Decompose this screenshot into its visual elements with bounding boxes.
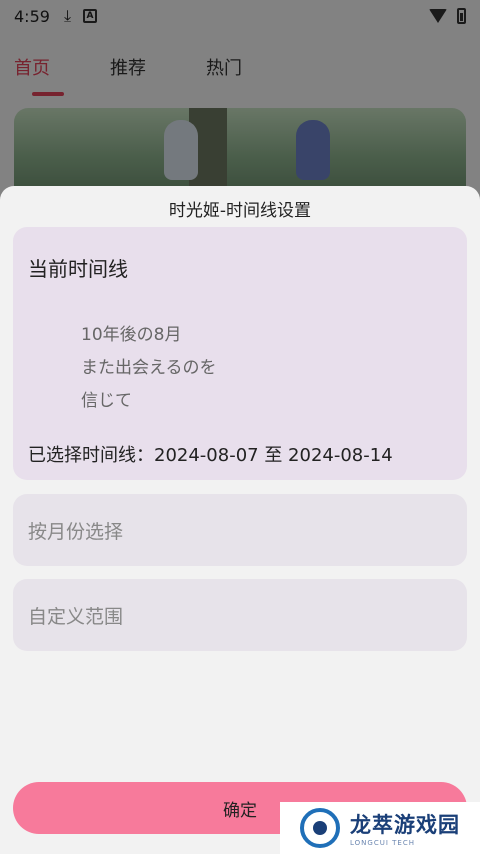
quote-line: また出会えるのを <box>81 358 217 378</box>
selected-timeline-range: 已选择时间线：2024-08-07 至 2024-08-14 <box>28 445 393 466</box>
watermark-subtitle: LONGCUI TECH <box>350 839 415 847</box>
watermark-logo-icon <box>300 808 340 848</box>
timeline-settings-sheet: 时光姬-时间线设置 当前时间线 10年後の8月 また出会えるのを 信じて 已选择… <box>0 186 480 854</box>
quote-line: 信じて <box>81 391 132 411</box>
custom-range-option[interactable]: 自定义范围 <box>13 579 467 651</box>
quote-line: 10年後の8月 <box>81 325 182 345</box>
timeline-quote: 10年後の8月 また出会えるのを 信じて <box>81 319 217 418</box>
select-by-month-label: 按月份选择 <box>28 521 124 543</box>
current-timeline-card: 当前时间线 10年後の8月 また出会えるのを 信じて 已选择时间线：2024-0… <box>13 227 467 480</box>
current-timeline-heading: 当前时间线 <box>28 257 128 281</box>
custom-range-label: 自定义范围 <box>28 606 124 628</box>
sheet-title: 时光姬-时间线设置 <box>168 201 312 221</box>
watermark: 龙萃游戏园 LONGCUI TECH <box>280 802 480 854</box>
watermark-title: 龙萃游戏园 <box>350 813 460 837</box>
select-by-month-option[interactable]: 按月份选择 <box>13 494 467 566</box>
